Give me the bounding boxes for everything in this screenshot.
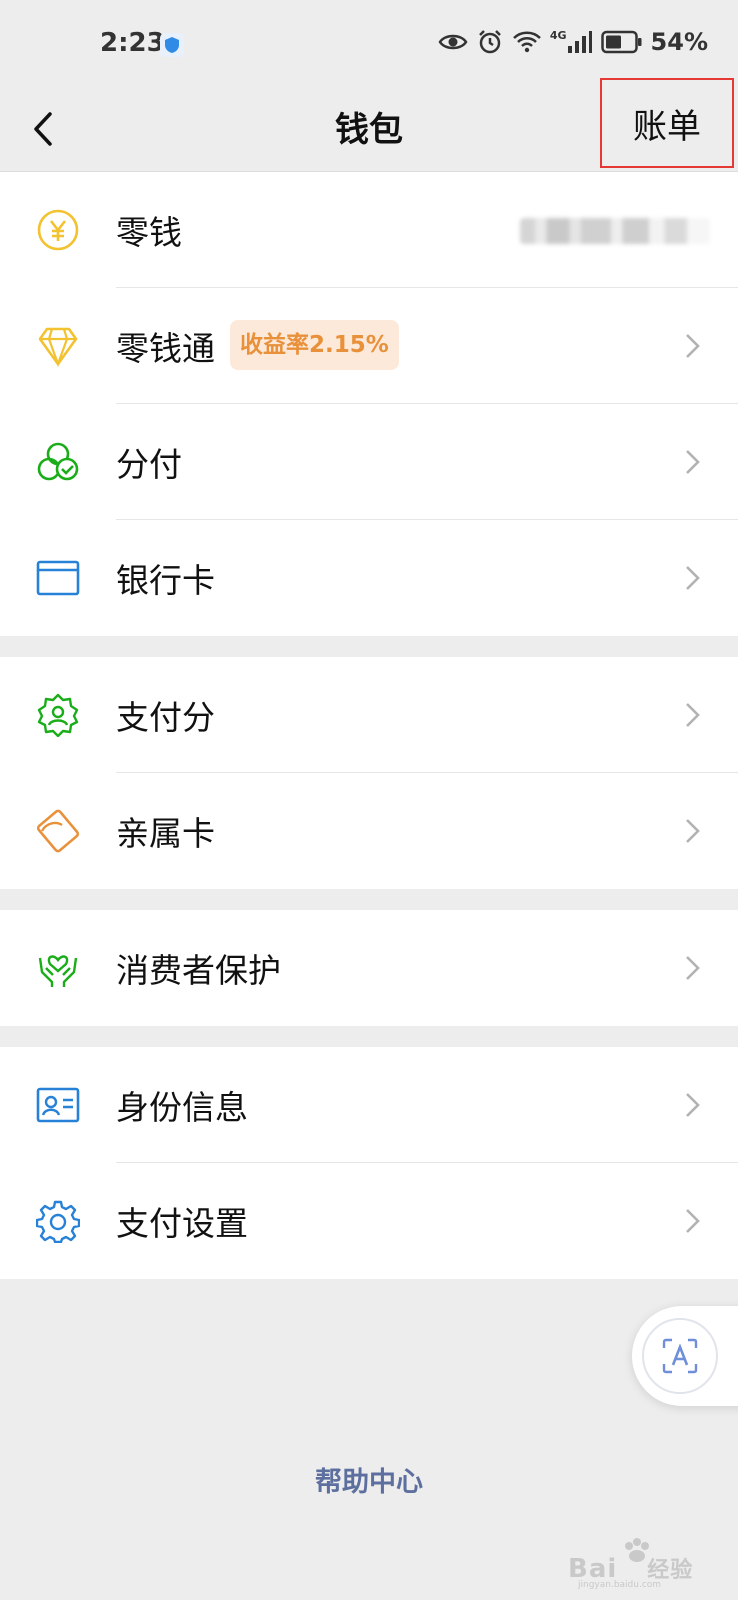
chevron-right-icon bbox=[686, 956, 700, 980]
float-inner-ring bbox=[642, 1318, 718, 1394]
row-label: 银行卡 bbox=[116, 561, 215, 600]
row-label: 零钱通 bbox=[116, 329, 215, 368]
row-label: 支付设置 bbox=[116, 1204, 248, 1243]
row-label: 支付分 bbox=[116, 698, 215, 737]
row-payment-settings[interactable]: 支付设置 bbox=[0, 1163, 738, 1279]
cell-signal: 4G bbox=[550, 30, 593, 54]
row-identity-info[interactable]: 身份信息 bbox=[0, 1047, 738, 1163]
row-label: 身份信息 bbox=[116, 1088, 248, 1127]
nav-bar: 钱包 账单 bbox=[0, 78, 738, 172]
status-time: 2:23 bbox=[100, 28, 165, 58]
status-bar: 2:23 4G 54% bbox=[0, 0, 738, 90]
battery-icon bbox=[600, 30, 642, 54]
help-center-link[interactable]: 帮助中心 bbox=[0, 1460, 738, 1499]
row-consumer-protection[interactable]: 消费者保护 bbox=[0, 910, 738, 1026]
wallet-group-4: 身份信息 支付设置 bbox=[0, 1047, 738, 1279]
diamond-icon bbox=[38, 327, 78, 368]
row-label: 分付 bbox=[116, 445, 182, 484]
signal-bars-icon bbox=[567, 31, 592, 53]
yuan-coin-icon bbox=[37, 209, 79, 251]
security-shield-icon bbox=[160, 33, 184, 57]
chevron-right-icon bbox=[686, 334, 700, 358]
row-licaitong[interactable]: 零钱通 收益率2.15% bbox=[0, 288, 738, 404]
chevron-right-icon bbox=[686, 566, 700, 590]
row-payscore[interactable]: 支付分 bbox=[0, 657, 738, 773]
back-arrow-icon[interactable] bbox=[24, 104, 64, 154]
bank-card-icon bbox=[36, 560, 80, 596]
payscore-icon bbox=[37, 693, 79, 737]
row-family-card[interactable]: 亲属卡 bbox=[0, 773, 738, 889]
alarm-icon bbox=[478, 30, 501, 54]
row-installment[interactable]: 分付 bbox=[0, 404, 738, 520]
wallet-group-1: 零钱 零钱通 收益率2.15% 分付 银行卡 bbox=[0, 172, 738, 636]
chevron-right-icon bbox=[686, 703, 700, 727]
status-icons: 4G 54% bbox=[438, 28, 708, 56]
wallet-group-3: 消费者保护 bbox=[0, 910, 738, 1026]
row-change[interactable]: 零钱 bbox=[0, 172, 738, 288]
row-label: 消费者保护 bbox=[116, 951, 281, 990]
bill-label: 账单 bbox=[633, 106, 701, 147]
row-bank-card[interactable]: 银行卡 bbox=[0, 520, 738, 636]
chevron-right-icon bbox=[686, 1209, 700, 1233]
id-card-icon bbox=[36, 1087, 80, 1123]
bill-button[interactable]: 账单 bbox=[600, 78, 734, 168]
yield-badge: 收益率2.15% bbox=[230, 320, 399, 370]
installment-icon bbox=[37, 442, 79, 481]
text-recognition-icon bbox=[662, 1338, 698, 1374]
eye-icon bbox=[438, 34, 468, 50]
balance-value-obscured bbox=[520, 218, 710, 244]
watermark-url: jingyan.baidu.com bbox=[578, 1580, 662, 1590]
floating-recognition-button[interactable] bbox=[632, 1306, 738, 1406]
consumer-protection-icon bbox=[38, 955, 78, 987]
row-label: 零钱 bbox=[116, 213, 182, 252]
baidu-watermark: Bai 经验 jingyan.baidu.com bbox=[568, 1530, 718, 1590]
wallet-group-2: 支付分 亲属卡 bbox=[0, 657, 738, 889]
row-label: 亲属卡 bbox=[116, 814, 215, 853]
chevron-right-icon bbox=[686, 450, 700, 474]
settings-gear-icon bbox=[36, 1200, 80, 1243]
family-card-icon bbox=[36, 809, 80, 853]
chevron-right-icon bbox=[686, 1093, 700, 1117]
network-type: 4G bbox=[549, 29, 567, 42]
wifi-icon bbox=[512, 31, 541, 53]
chevron-right-icon bbox=[686, 819, 700, 843]
battery-percent: 54% bbox=[650, 28, 708, 56]
